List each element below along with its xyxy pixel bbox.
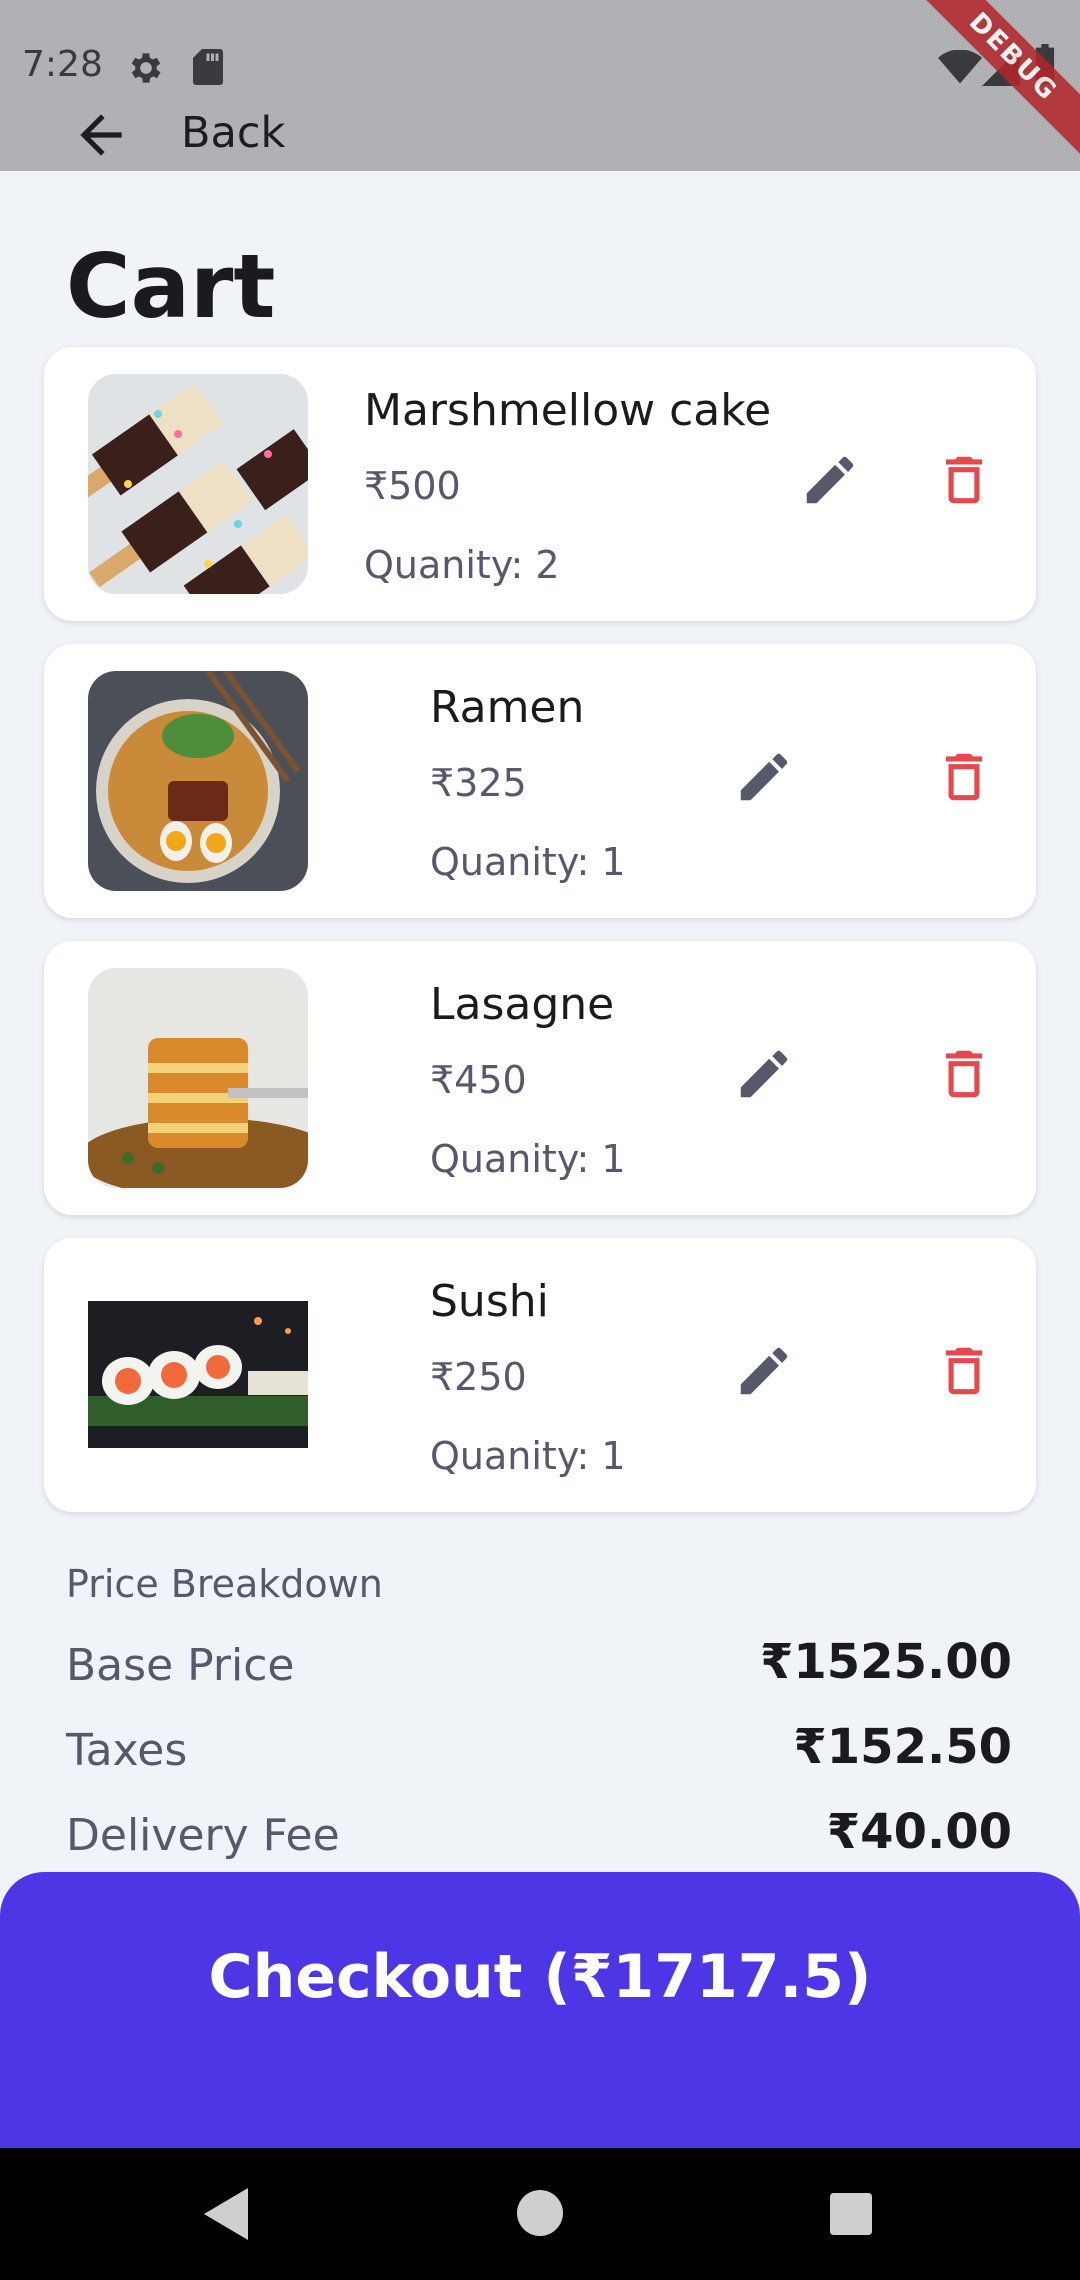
item-quantity: Quanity: 1 [430,840,626,884]
delivery-fee-label: Delivery Fee [66,1810,340,1861]
delete-icon[interactable] [933,449,995,511]
item-quantity: Quanity: 1 [430,1434,626,1478]
item-price: ₹250 [430,1355,527,1399]
cart-item: Ramen ₹325 Quanity: 1 [44,644,1036,918]
checkout-label: Checkout (₹1717.5) [208,1942,872,2012]
back-button[interactable]: Back [181,108,285,158]
delete-icon[interactable] [933,746,995,808]
base-price-label: Base Price [66,1640,295,1691]
nav-back-icon[interactable] [203,2188,253,2240]
item-image [88,374,308,594]
taxes-value: ₹152.50 [793,1719,1012,1775]
wifi-icon [938,50,982,84]
item-quantity: Quanity: 1 [430,1137,626,1181]
checkout-button[interactable]: Checkout (₹1717.5) [0,1872,1080,2148]
item-price: ₹325 [430,761,527,805]
item-name: Lasagne [430,979,615,1030]
item-price: ₹500 [364,464,461,508]
item-image [88,1301,308,1448]
delete-icon[interactable] [933,1340,995,1402]
item-name: Sushi [430,1276,549,1327]
cart-item: Marshmellow cake ₹500 Quanity: 2 [44,347,1036,621]
cart-item: Sushi ₹250 Quanity: 1 [44,1238,1036,1512]
item-price: ₹450 [430,1058,527,1102]
item-image [88,671,308,891]
delete-icon[interactable] [933,1043,995,1105]
base-price-value: ₹1525.00 [759,1634,1012,1690]
item-quantity: Quanity: 2 [364,543,560,587]
back-arrow-icon[interactable] [70,104,132,166]
app-bar: 7:28 DEBUG Back [0,0,1080,171]
taxes-label: Taxes [66,1725,188,1776]
edit-icon[interactable] [733,1043,795,1105]
delivery-fee-value: ₹40.00 [826,1804,1012,1860]
item-name: Ramen [430,682,585,733]
edit-icon[interactable] [799,449,861,511]
item-image [88,968,308,1188]
cart-item: Lasagne ₹450 Quanity: 1 [44,941,1036,1215]
nav-home-icon[interactable] [517,2190,563,2236]
page-title: Cart [66,235,276,338]
status-time: 7:28 [22,44,103,85]
price-breakdown-title: Price Breakdown [66,1562,383,1606]
item-name: Marshmellow cake [364,385,772,436]
sd-card-icon [193,49,223,85]
edit-icon[interactable] [733,746,795,808]
edit-icon[interactable] [733,1340,795,1402]
nav-recents-icon[interactable] [830,2193,872,2235]
system-nav-bar [0,2148,1080,2280]
settings-icon [131,53,161,83]
